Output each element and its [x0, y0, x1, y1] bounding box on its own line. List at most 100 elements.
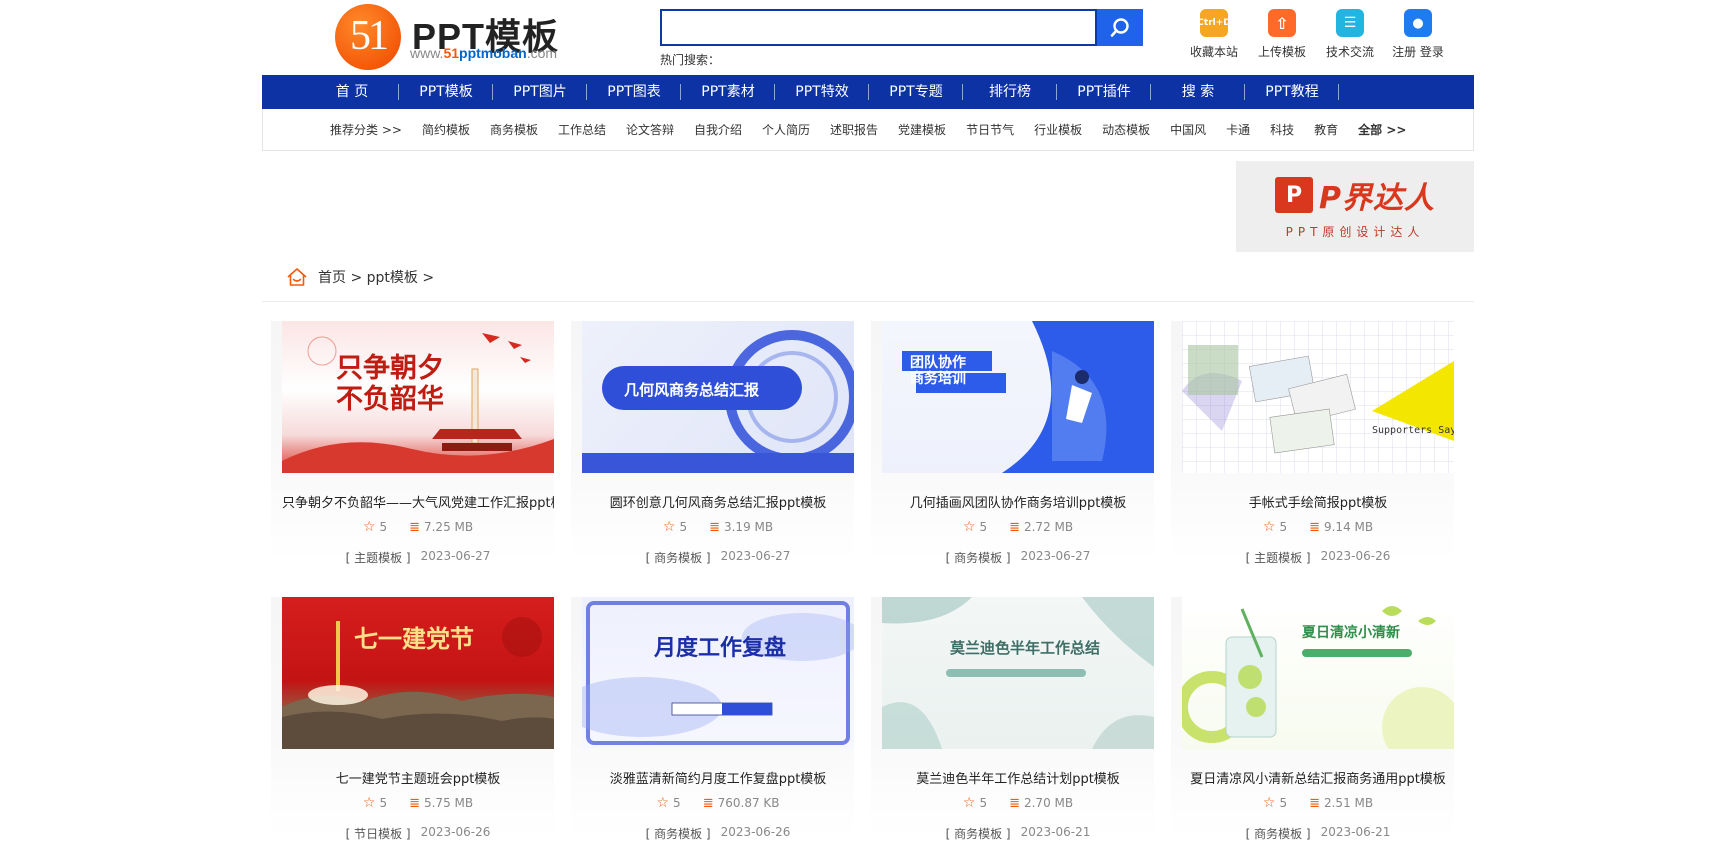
tool-bookmark[interactable]: Ctrl+D 收藏本站 [1180, 9, 1248, 60]
tool-login[interactable]: ● 注册 登录 [1384, 9, 1452, 60]
template-card[interactable]: 团队协作商务培训 几何插画风团队协作商务培训ppt模板 ☆ 5 ≣ 2.72 M… [871, 321, 1154, 565]
nav-search[interactable]: 搜 索 [1151, 75, 1245, 109]
category-item[interactable]: 简约模板 [422, 121, 470, 138]
nav-ranking[interactable]: 排行榜 [963, 75, 1057, 109]
category-recommend[interactable]: 推荐分类 >> [330, 121, 402, 138]
search-button[interactable] [1097, 9, 1143, 46]
template-category[interactable]: [ 商务模板 ] [946, 549, 1011, 566]
breadcrumb-text[interactable]: 首页 > ppt模板 > [318, 267, 434, 287]
star-icon: ☆ [1262, 519, 1276, 535]
database-icon: ≣ [702, 795, 714, 811]
category-item[interactable]: 论文答辩 [626, 121, 674, 138]
category-item[interactable]: 行业模板 [1034, 121, 1082, 138]
nav-ppt-assets[interactable]: PPT素材 [681, 75, 775, 109]
thumbnail-art: 七一建党节 [282, 617, 554, 749]
template-size: 2.51 MB [1323, 796, 1374, 810]
category-item[interactable]: 动态模板 [1102, 121, 1150, 138]
template-card[interactable]: Supporters Say 手帐式手绘简报ppt模板 ☆ 5 ≣ 9.14 M… [1171, 321, 1454, 565]
breadcrumb: 首页 > ppt模板 > [286, 267, 434, 287]
star-icon: ☆ [656, 795, 670, 811]
user-icon: ● [1404, 9, 1432, 37]
template-category[interactable]: [ 商务模板 ] [646, 825, 711, 842]
nav-ppt-plugins[interactable]: PPT插件 [1057, 75, 1151, 109]
template-category[interactable]: [ 商务模板 ] [646, 549, 711, 566]
template-category[interactable]: [ 主题模板 ] [1246, 549, 1311, 566]
template-thumbnail[interactable]: 月度工作复盘 [582, 597, 854, 749]
template-thumbnail[interactable]: 莫兰迪色半年工作总结 [882, 597, 1154, 749]
category-item[interactable]: 教育 [1314, 121, 1338, 138]
site-logo[interactable]: 51 [335, 4, 401, 70]
category-all[interactable]: 全部 >> [1358, 121, 1406, 138]
template-card[interactable]: 莫兰迪色半年工作总结 莫兰迪色半年工作总结计划ppt模板 ☆ 5 ≣ 2.70 … [871, 597, 1154, 841]
tool-label: 技术交流 [1325, 45, 1374, 59]
template-card[interactable]: 只争朝夕不负韶华 只争朝夕不负韶华——大气风党建工作汇报ppt模板 ☆ 5 ≣ … [271, 321, 554, 565]
template-thumbnail[interactable]: 夏日清凉小清新 [1182, 597, 1454, 749]
template-footer: [ 节日模板 ] 2023-06-26 [282, 825, 554, 842]
template-card[interactable]: 几何风商务总结汇报 圆环创意几何风商务总结汇报ppt模板 ☆ 5 ≣ 3.19 … [571, 321, 854, 565]
template-title[interactable]: 夏日清凉风小清新总结汇报商务通用ppt模板 [1182, 768, 1454, 787]
thumbnail-art: 团队协作商务培训 [902, 321, 1154, 473]
template-title[interactable]: 莫兰迪色半年工作总结计划ppt模板 [882, 768, 1154, 787]
nav-ppt-images[interactable]: PPT图片 [493, 75, 587, 109]
star-icon: ☆ [662, 519, 676, 535]
template-thumbnail[interactable]: 几何风商务总结汇报 [582, 321, 854, 473]
template-size: 2.70 MB [1023, 796, 1074, 810]
template-size: 5.75 MB [423, 796, 474, 810]
template-title[interactable]: 只争朝夕不负韶华——大气风党建工作汇报ppt模板 [282, 492, 554, 511]
template-card[interactable]: 七一建党节 七一建党节主题班会ppt模板 ☆ 5 ≣ 5.75 MB [ 节日模… [271, 597, 554, 841]
category-item[interactable]: 述职报告 [830, 121, 878, 138]
template-thumbnail[interactable]: 七一建党节 [282, 597, 554, 749]
category-item[interactable]: 科技 [1270, 121, 1294, 138]
template-category[interactable]: [ 商务模板 ] [946, 825, 1011, 842]
nav-ppt-topics[interactable]: PPT专题 [869, 75, 963, 109]
template-category[interactable]: [ 商务模板 ] [1246, 825, 1311, 842]
category-item[interactable]: 工作总结 [558, 121, 606, 138]
template-category[interactable]: [ 主题模板 ] [346, 549, 411, 566]
thumbnail-title: 夏日清凉小清新 [1302, 624, 1400, 641]
category-item[interactable]: 商务模板 [490, 121, 538, 138]
banner-ad[interactable]: P P界达人 PPT原创设计达人 [1236, 161, 1474, 252]
nav-ppt-effects[interactable]: PPT特效 [775, 75, 869, 109]
main-nav: 首 页 PPT模板 PPT图片 PPT图表 PPT素材 PPT特效 PPT专题 … [262, 75, 1474, 109]
template-title[interactable]: 几何插画风团队协作商务培训ppt模板 [882, 492, 1154, 511]
database-icon: ≣ [1309, 795, 1320, 811]
template-category[interactable]: [ 节日模板 ] [346, 825, 411, 842]
divider [262, 301, 1474, 302]
nav-home[interactable]: 首 页 [305, 75, 399, 109]
template-title[interactable]: 圆环创意几何风商务总结汇报ppt模板 [582, 492, 854, 511]
template-footer: [ 商务模板 ] 2023-06-21 [882, 825, 1154, 842]
nav-ppt-charts[interactable]: PPT图表 [587, 75, 681, 109]
tool-upload[interactable]: ⇧ 上传模板 [1248, 9, 1316, 60]
thumbnail-title: Supporters Say [1372, 425, 1454, 436]
template-title[interactable]: 淡雅蓝清新简约月度工作复盘ppt模板 [582, 768, 854, 787]
thumbnail-art: 月度工作复盘 [582, 601, 854, 745]
nav-ppt-templates[interactable]: PPT模板 [399, 75, 493, 109]
star-icon: ☆ [1262, 795, 1276, 811]
template-meta: ☆ 5 ≣ 3.19 MB [582, 519, 854, 535]
template-thumbnail[interactable]: 团队协作商务培训 [882, 321, 1154, 473]
template-footer: [ 商务模板 ] 2023-06-26 [582, 825, 854, 842]
database-icon: ≣ [709, 519, 720, 535]
nav-ppt-tutorials[interactable]: PPT教程 [1245, 75, 1339, 109]
template-title[interactable]: 七一建党节主题班会ppt模板 [282, 768, 554, 787]
template-thumbnail[interactable]: 只争朝夕不负韶华 [282, 321, 554, 473]
tool-chat[interactable]: ☰ 技术交流 [1316, 9, 1384, 60]
template-title[interactable]: 手帐式手绘简报ppt模板 [1182, 492, 1454, 511]
search-input[interactable] [660, 9, 1097, 46]
category-item[interactable]: 党建模板 [898, 121, 946, 138]
template-rating: 5 [1279, 520, 1288, 534]
template-card[interactable]: 夏日清凉小清新 夏日清凉风小清新总结汇报商务通用ppt模板 ☆ 5 ≣ 2.51… [1171, 597, 1454, 841]
category-item[interactable]: 自我介绍 [694, 121, 742, 138]
tool-label: 注册 登录 [1392, 45, 1444, 59]
category-item[interactable]: 节日节气 [966, 121, 1014, 138]
category-item[interactable]: 中国风 [1170, 121, 1206, 138]
template-meta: ☆ 5 ≣ 2.70 MB [882, 795, 1154, 811]
thumbnail-title: 月度工作复盘 [653, 635, 786, 661]
template-footer: [ 主题模板 ] 2023-06-27 [282, 549, 554, 566]
template-card[interactable]: 月度工作复盘 淡雅蓝清新简约月度工作复盘ppt模板 ☆ 5 ≣ 760.87 K… [571, 597, 854, 841]
category-item[interactable]: 卡通 [1226, 121, 1250, 138]
tool-label: 收藏本站 [1189, 45, 1238, 59]
template-size: 2.72 MB [1023, 520, 1074, 534]
template-thumbnail[interactable]: Supporters Say [1182, 321, 1454, 473]
category-item[interactable]: 个人简历 [762, 121, 810, 138]
